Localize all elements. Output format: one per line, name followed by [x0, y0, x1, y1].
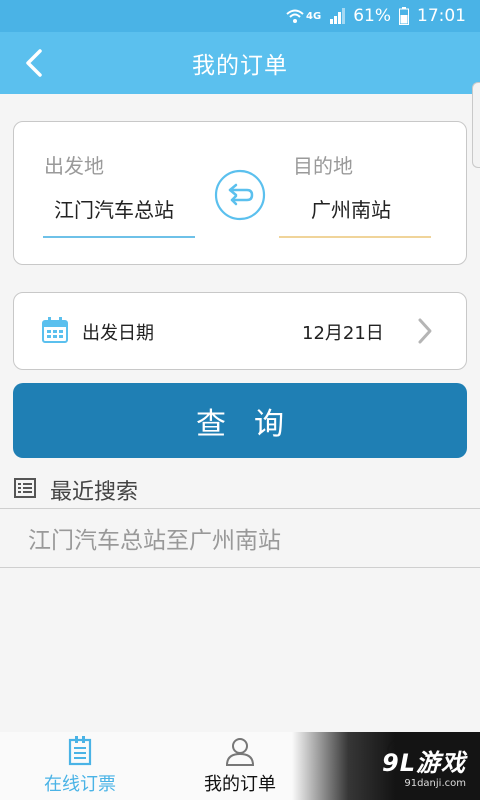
page-title: 我的订单: [192, 53, 288, 79]
signal-icon: [329, 8, 346, 24]
tab-online-booking[interactable]: 在线订票: [0, 732, 160, 800]
watermark-logo: 9L游戏 91danji.com: [292, 732, 480, 800]
departure-date-value: 12月21日: [302, 323, 384, 344]
status-bar: 4G 61% 17:01: [0, 0, 480, 32]
network-type: 4G: [306, 10, 322, 22]
calendar-icon: [42, 317, 68, 347]
watermark-url: 91danji.com: [404, 778, 466, 789]
tab-label: 我的订单: [204, 774, 276, 795]
user-icon: [225, 736, 255, 766]
from-underline: [43, 236, 195, 238]
header-bar: 我的订单: [0, 32, 480, 94]
watermark-text: 9L游戏: [382, 749, 466, 777]
from-station-field[interactable]: 江门汽车总站: [54, 194, 174, 223]
station-selector-card: 出发地 江门汽车总站 目的地 广州南站: [13, 121, 467, 265]
ticket-icon: [68, 736, 92, 766]
departure-date-label: 出发日期: [82, 323, 154, 344]
back-button[interactable]: [16, 44, 52, 82]
battery-level: 61%: [353, 6, 391, 26]
wifi-icon: 4G: [286, 8, 321, 24]
from-label: 出发地: [44, 154, 104, 178]
swap-button[interactable]: [214, 169, 266, 221]
chevron-right-icon: [416, 317, 434, 349]
to-underline: [279, 236, 431, 238]
departure-date-row[interactable]: 出发日期 12月21日: [13, 292, 467, 370]
recent-searches-header: 最近搜索: [0, 472, 480, 508]
list-icon: [14, 478, 36, 502]
edge-scroll-handle[interactable]: [472, 82, 480, 168]
to-station-field[interactable]: 广州南站: [311, 194, 391, 223]
swap-route-icon: [214, 169, 266, 221]
to-label: 目的地: [293, 154, 353, 178]
battery-icon: [399, 7, 409, 25]
chevron-left-icon: [26, 49, 42, 77]
recent-searches-title: 最近搜索: [50, 480, 139, 505]
recent-search-item[interactable]: 江门汽车总站至广州南站: [0, 509, 480, 567]
tab-label: 在线订票: [44, 774, 116, 795]
search-button[interactable]: 查询: [13, 383, 467, 458]
divider: [0, 567, 480, 568]
clock: 17:01: [417, 6, 466, 26]
